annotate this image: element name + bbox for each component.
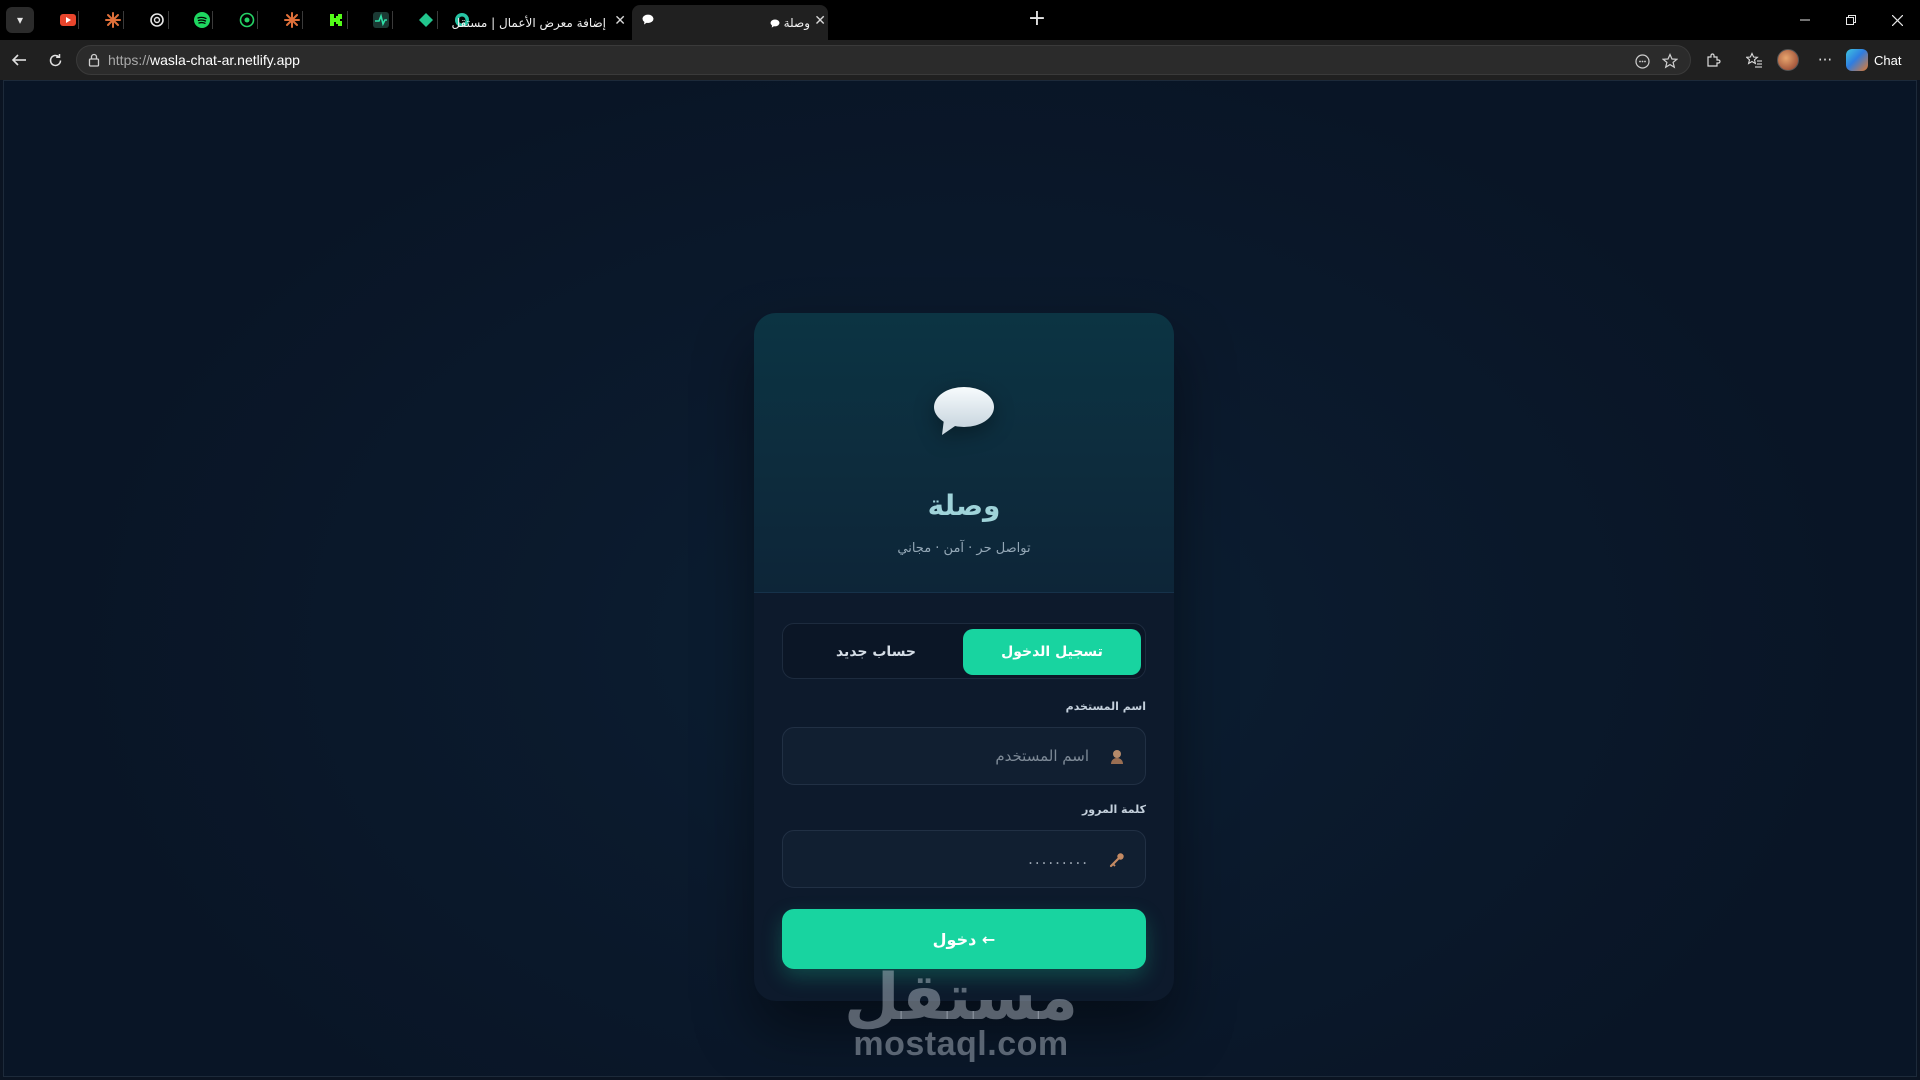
whatsapp-icon [239, 12, 255, 28]
tab-wasla[interactable]: وصلة ✕ [762, 5, 828, 40]
pinned-tab-youtube[interactable] [56, 8, 80, 32]
tab-title: إضافة معرض الأعمال | مستقل [451, 15, 606, 30]
pinned-tab-chatgpt[interactable] [145, 8, 169, 32]
favorites-list-icon [1745, 52, 1762, 68]
user-icon [1107, 747, 1127, 767]
pinned-tab-whatsapp[interactable] [235, 8, 259, 32]
chat-label: Chat [1874, 52, 1902, 68]
watermark-arabic: مستقل [843, 961, 1079, 1035]
puzzle-icon [1707, 53, 1721, 67]
tab-separator [392, 11, 393, 29]
pinned-tab-activity[interactable] [369, 8, 393, 32]
copilot-chat-button[interactable]: Chat [1846, 47, 1901, 73]
login-submit-button[interactable]: دخول ← [782, 909, 1146, 969]
ellipsis-icon: ··· [1817, 51, 1833, 69]
youtube-icon [60, 14, 76, 26]
tab-separator [212, 11, 213, 29]
tab-separator [257, 11, 258, 29]
profile-avatar[interactable] [1777, 49, 1799, 71]
chatgpt-icon [150, 13, 164, 27]
pinned-tab-claude-2[interactable] [280, 8, 304, 32]
chat-bubble-logo-icon [934, 387, 994, 435]
back-arrow-icon [11, 54, 26, 66]
kick-icon [330, 14, 342, 26]
watermark-latin: mostaql.com [853, 1025, 1069, 1063]
url-text: https://wasla-chat-ar.netlify.app [108, 52, 300, 68]
lock-icon [88, 52, 100, 71]
tab-bar: ▾ إضافة معرض الأعمال | مستقل ✕ وصلة ✕ + [0, 0, 1920, 40]
tab-separator [123, 11, 124, 29]
favorite-star-icon[interactable] [1660, 51, 1680, 71]
tab-separator [302, 11, 303, 29]
pinned-tab-claude[interactable] [101, 8, 125, 32]
restore-button[interactable] [1828, 0, 1874, 40]
spotify-icon [194, 12, 210, 28]
password-field[interactable] [782, 830, 1146, 888]
auth-mode-switch: تسجيل الدخول حساب جديد [782, 623, 1146, 679]
tab-register[interactable]: حساب جديد [787, 629, 965, 675]
tab-separator [347, 11, 348, 29]
username-input[interactable] [799, 728, 1089, 784]
chat-bubble-icon [770, 17, 780, 31]
close-icon [1891, 14, 1903, 26]
password-input[interactable] [799, 831, 1089, 887]
copilot-icon [1846, 49, 1868, 71]
restore-icon [1846, 15, 1856, 25]
password-label: كلمة المرور [1081, 803, 1146, 816]
new-tab-button[interactable]: + [1023, 6, 1051, 34]
pinned-tab-spotify[interactable] [190, 8, 214, 32]
brand-tagline: تواصل حر · آمن · مجاني [897, 541, 1031, 556]
claude-icon [284, 12, 300, 28]
reload-icon [49, 53, 61, 66]
more-options-button[interactable]: ··· [1813, 48, 1837, 72]
activity-icon [373, 12, 389, 28]
claude-icon [105, 12, 121, 28]
minimize-icon [1800, 19, 1810, 21]
chat-bubble-icon [642, 14, 654, 28]
close-window-button[interactable] [1874, 0, 1920, 40]
url-host: wasla-chat-ar.netlify.app [150, 52, 300, 68]
close-tab-icon[interactable]: ✕ [814, 13, 826, 29]
favorites-button[interactable] [1742, 48, 1766, 72]
tab-login[interactable]: تسجيل الدخول [963, 629, 1141, 675]
extensions-button[interactable] [1701, 48, 1725, 72]
url-protocol: https:// [108, 52, 151, 68]
key-icon [1107, 850, 1127, 870]
close-tab-icon[interactable]: ✕ [614, 13, 626, 29]
pinned-tab-diamond[interactable] [414, 8, 438, 32]
page-viewport: وصلة تواصل حر · آمن · مجاني تسجيل الدخول… [3, 80, 1917, 1077]
pinned-tab-kick[interactable] [324, 8, 348, 32]
tab-separator [437, 11, 438, 29]
diamond-icon [419, 13, 433, 27]
card-header: وصلة تواصل حر · آمن · مجاني [754, 313, 1174, 593]
address-bar-row: https://wasla-chat-ar.netlify.app ··· Ch… [0, 40, 1920, 80]
tab-actions-menu-button[interactable]: ▾ [6, 7, 34, 33]
username-field[interactable] [782, 727, 1146, 785]
tab-mostaql[interactable]: إضافة معرض الأعمال | مستقل ✕ [451, 5, 632, 40]
minimize-button[interactable] [1782, 0, 1828, 40]
tab-separator [168, 11, 169, 29]
brand-title: وصلة [927, 489, 1001, 522]
url-field[interactable]: https://wasla-chat-ar.netlify.app [76, 45, 1691, 75]
login-card: وصلة تواصل حر · آمن · مجاني تسجيل الدخول… [754, 313, 1174, 1001]
reload-button[interactable] [43, 48, 67, 72]
back-button[interactable] [7, 48, 31, 72]
tab-title: وصلة [783, 15, 810, 30]
reader-mode-icon[interactable] [1632, 51, 1652, 71]
username-label: اسم المستخدم [1065, 700, 1146, 713]
tab-separator [78, 11, 79, 29]
